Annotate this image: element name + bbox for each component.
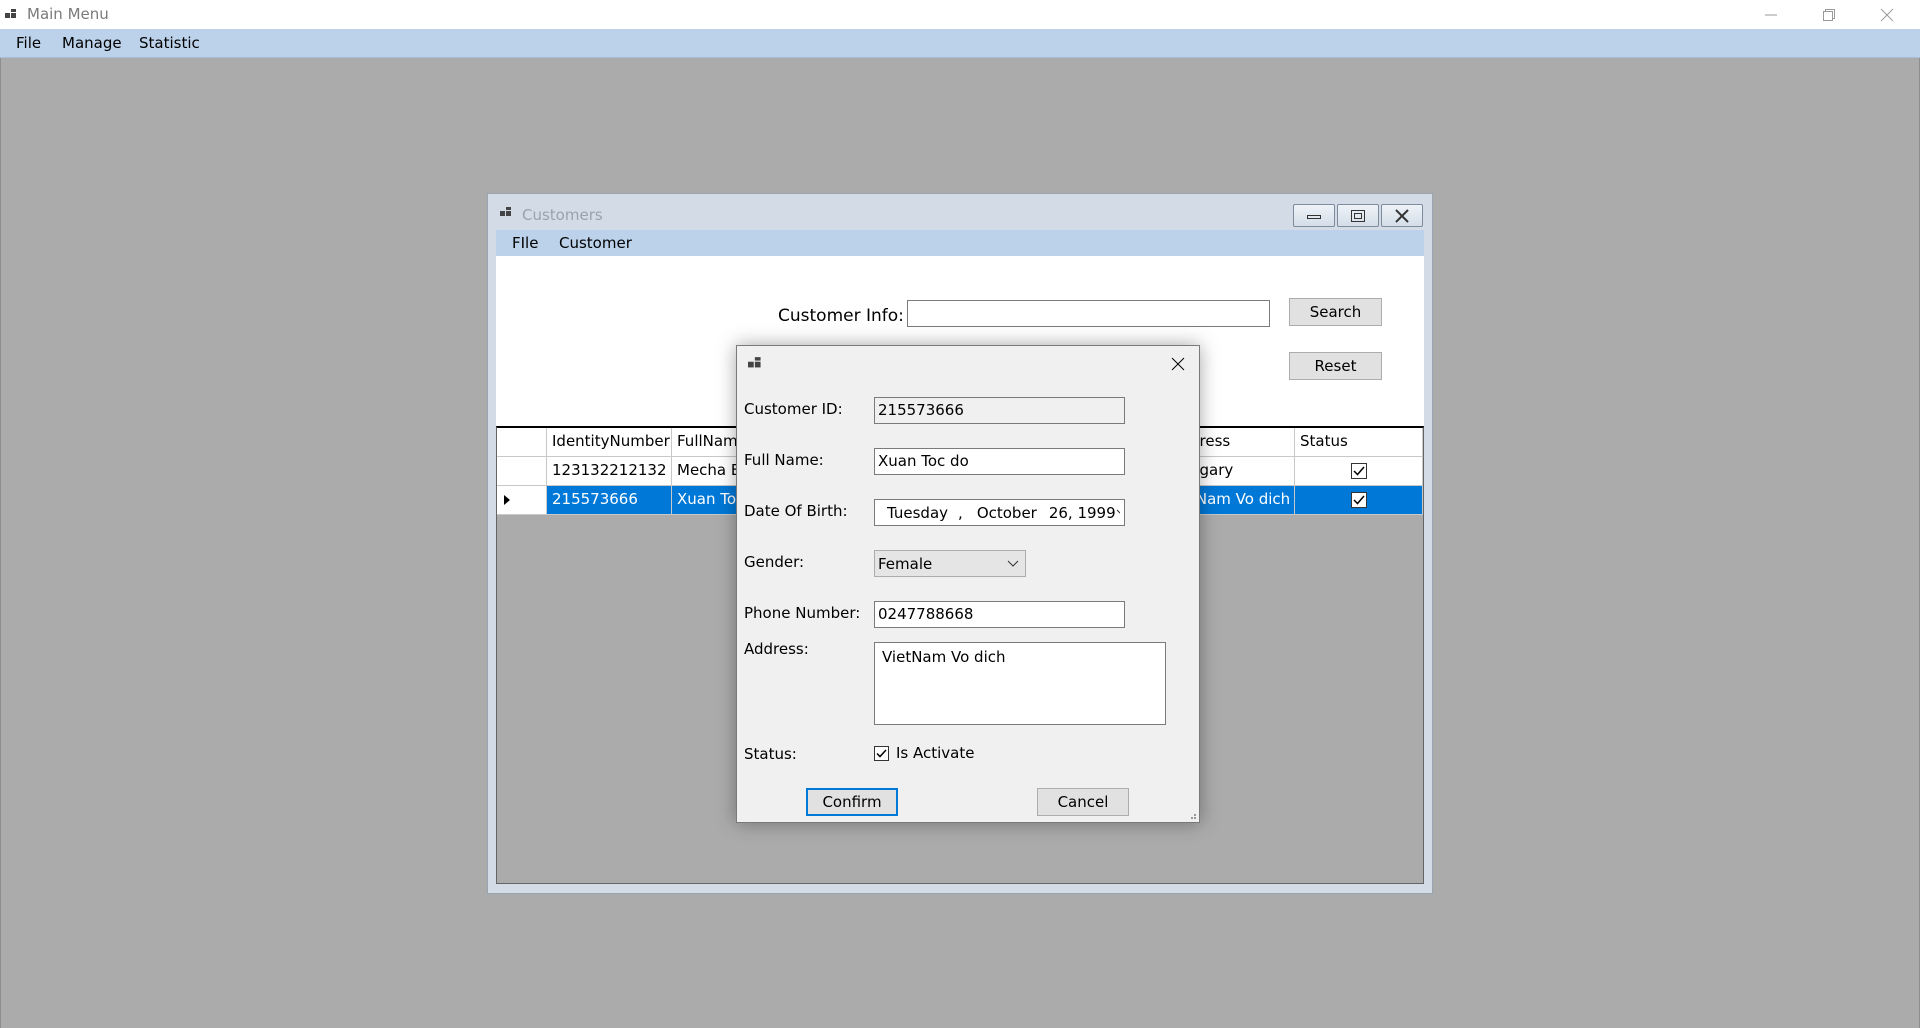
customer-id-field[interactable]: 215573666 [874, 397, 1125, 424]
checkmark-icon [876, 748, 887, 758]
phone-label: Phone Number: [744, 604, 861, 622]
column-header-identity[interactable]: IdentityNumber [547, 428, 672, 457]
customer-dialog: Customer ID: 215573666 Full Name: Xuan T… [736, 345, 1200, 823]
menu-file[interactable]: File [16, 34, 41, 52]
app-icon [500, 207, 511, 216]
cell-status[interactable] [1295, 457, 1423, 486]
cell-address[interactable]: ngary [1185, 457, 1295, 486]
dob-picker[interactable]: Tuesday , October 26, 1999 [874, 499, 1125, 526]
app-icon [748, 357, 761, 368]
cell-fullname[interactable]: Xuan Toc [672, 486, 742, 515]
address-field[interactable]: VietNam Vo dich [874, 642, 1166, 725]
app-icon [5, 9, 16, 18]
close-icon [1171, 357, 1185, 371]
customers-minimize-button[interactable] [1293, 204, 1335, 227]
cell-identity[interactable]: 123132212132 [547, 457, 672, 486]
cell-fullname[interactable]: Mecha El [672, 457, 742, 486]
menu-manage[interactable]: Manage [62, 34, 122, 52]
chevron-down-icon[interactable] [1116, 509, 1120, 517]
column-header-status[interactable]: Status [1295, 428, 1423, 457]
status-checkbox[interactable] [1350, 492, 1367, 508]
customers-menubar: FIle Customer [496, 230, 1424, 256]
is-activate-label[interactable]: Is Activate [896, 744, 974, 762]
customer-info-input[interactable] [907, 300, 1270, 327]
restore-button[interactable] [1806, 0, 1852, 29]
gender-select[interactable]: Female [874, 550, 1026, 577]
restore-icon [1823, 8, 1835, 21]
column-header-address[interactable]: dress [1185, 428, 1295, 457]
cell-address[interactable]: tNam Vo dich [1185, 486, 1295, 515]
minimize-button[interactable] [1748, 0, 1794, 29]
confirm-button[interactable]: Confirm [806, 788, 898, 816]
gender-value: Female [878, 554, 933, 573]
chevron-down-icon [1007, 560, 1019, 567]
status-checkbox[interactable] [1350, 463, 1367, 479]
customers-titlebar: Customers [488, 194, 1432, 230]
checkmark-icon [1352, 466, 1365, 476]
full-name-field[interactable]: Xuan Toc do [874, 448, 1125, 475]
column-header-fullname[interactable]: FullNam [672, 428, 742, 457]
customers-close-button[interactable] [1381, 204, 1423, 227]
cell-status[interactable] [1295, 486, 1423, 515]
cell-identity[interactable]: 215573666 [547, 486, 672, 515]
maximize-icon [1351, 209, 1365, 222]
is-activate-checkbox[interactable] [874, 745, 889, 761]
row-header[interactable] [497, 457, 547, 486]
customers-menu-file[interactable]: FIle [512, 234, 538, 252]
window-title: Main Menu [27, 5, 109, 23]
reset-button[interactable]: Reset [1289, 352, 1382, 380]
address-label: Address: [744, 640, 809, 658]
close-icon [1880, 8, 1894, 21]
close-button[interactable] [1864, 0, 1910, 29]
dialog-close-button[interactable] [1164, 352, 1192, 376]
minimize-icon [1307, 214, 1321, 219]
full-name-label: Full Name: [744, 451, 824, 469]
customer-info-label: Customer Info: [778, 306, 904, 326]
status-checkbox-group[interactable]: Is Activate [874, 744, 974, 762]
dob-separator: , [958, 503, 963, 522]
dob-day[interactable]: Tuesday [887, 504, 948, 522]
customers-menu-customer[interactable]: Customer [559, 234, 632, 252]
customers-maximize-button[interactable] [1337, 204, 1379, 227]
customers-title: Customers [522, 206, 603, 224]
status-label: Status: [744, 745, 797, 763]
customer-id-label: Customer ID: [744, 400, 843, 418]
resize-grip-icon[interactable] [1189, 812, 1197, 820]
menu-statistic[interactable]: Statistic [139, 34, 200, 52]
cancel-button[interactable]: Cancel [1037, 788, 1129, 816]
row-header[interactable] [497, 486, 547, 515]
checkmark-icon [1352, 495, 1365, 505]
main-titlebar: Main Menu [0, 0, 1920, 29]
phone-field[interactable]: 0247788668 [874, 601, 1125, 628]
search-button[interactable]: Search [1289, 298, 1382, 326]
row-selector-icon [504, 495, 510, 505]
gender-label: Gender: [744, 553, 805, 571]
close-icon [1395, 208, 1409, 223]
dob-date[interactable]: 26, 1999 [1049, 504, 1116, 522]
main-menubar: File Manage Statistic [0, 29, 1920, 58]
grid-corner-cell [497, 428, 547, 457]
dob-month[interactable]: October [977, 504, 1037, 522]
minimize-icon [1765, 14, 1777, 15]
dob-label: Date Of Birth: [744, 502, 848, 520]
